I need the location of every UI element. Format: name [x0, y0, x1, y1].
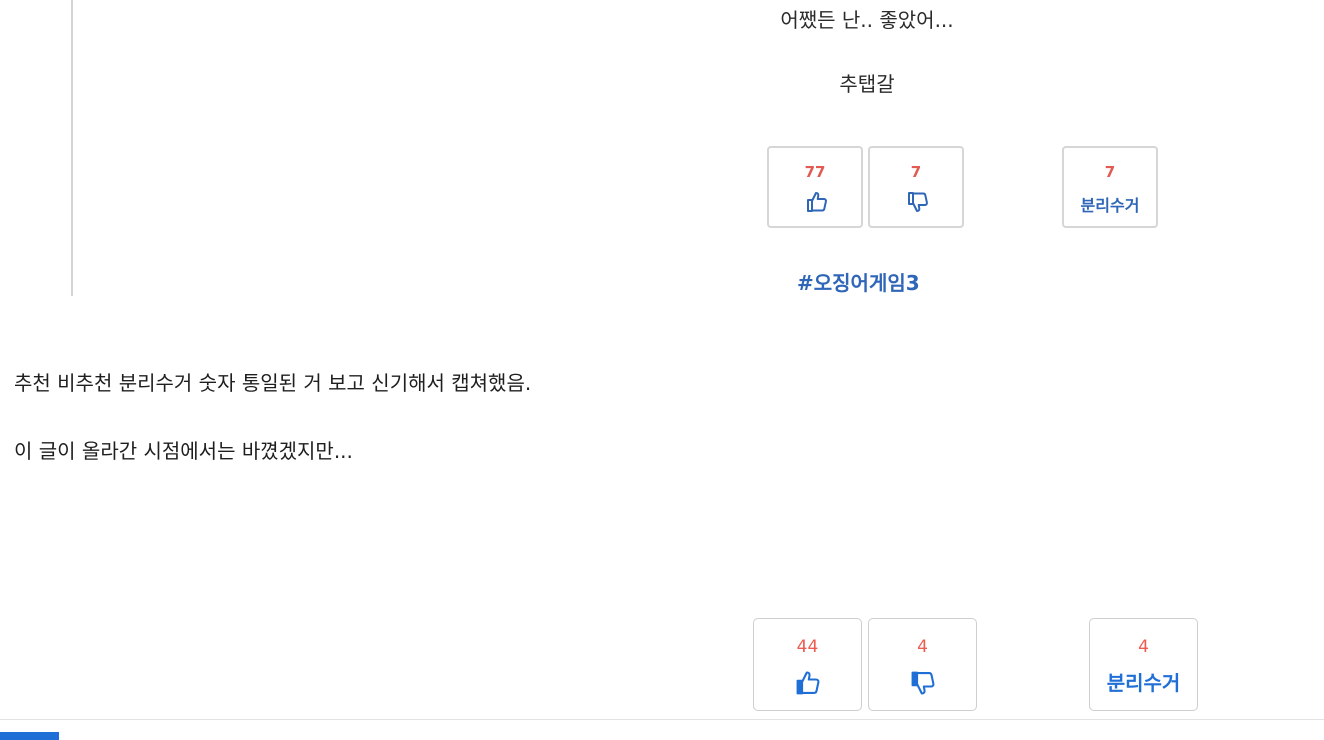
tab-indicator[interactable]: [0, 732, 59, 740]
embedded-text-line: 어쨌든 난.. 좋았어...: [780, 8, 954, 32]
recycle-button[interactable]: 4 분리수거: [1089, 618, 1198, 711]
embedded-upvote-button: 77: [767, 146, 863, 228]
downvote-button[interactable]: 4: [868, 618, 977, 711]
upvote-count: 44: [796, 637, 819, 657]
embedded-recycle-count: 7: [1104, 163, 1116, 181]
upvote-button[interactable]: 44: [753, 618, 862, 711]
recycle-count: 4: [1138, 637, 1149, 657]
downvote-count: 4: [917, 637, 928, 657]
embedded-recycle-label: 분리수거: [1080, 196, 1140, 215]
section-divider: [0, 719, 1324, 720]
embedded-screenshot: 어쨌든 난.. 좋았어... 추탭갈 77 7 7 분리수거 #오징어게임3: [0, 0, 1324, 300]
post-paragraph: 추천 비추천 분리수거 숫자 통일된 거 보고 신기해서 캡쳐했음.: [14, 371, 532, 395]
quote-bar: [71, 0, 73, 296]
embedded-text-line: 추탭갈: [839, 72, 895, 96]
embedded-downvote-button: 7: [868, 146, 964, 228]
embedded-recycle-button: 7 분리수거: [1062, 146, 1158, 228]
embedded-hashtag: #오징어게임3: [797, 271, 920, 295]
thumbs-up-icon: [796, 671, 820, 695]
thumbs-up-icon: [807, 192, 827, 212]
thumbs-down-icon: [911, 671, 935, 695]
post-paragraph: 이 글이 올라간 시점에서는 바꼈겠지만...: [14, 439, 353, 463]
recycle-label: 분리수거: [1106, 671, 1181, 695]
embedded-upvote-count: 77: [804, 163, 826, 181]
embedded-downvote-count: 7: [910, 163, 922, 181]
thumbs-down-icon: [908, 192, 928, 212]
